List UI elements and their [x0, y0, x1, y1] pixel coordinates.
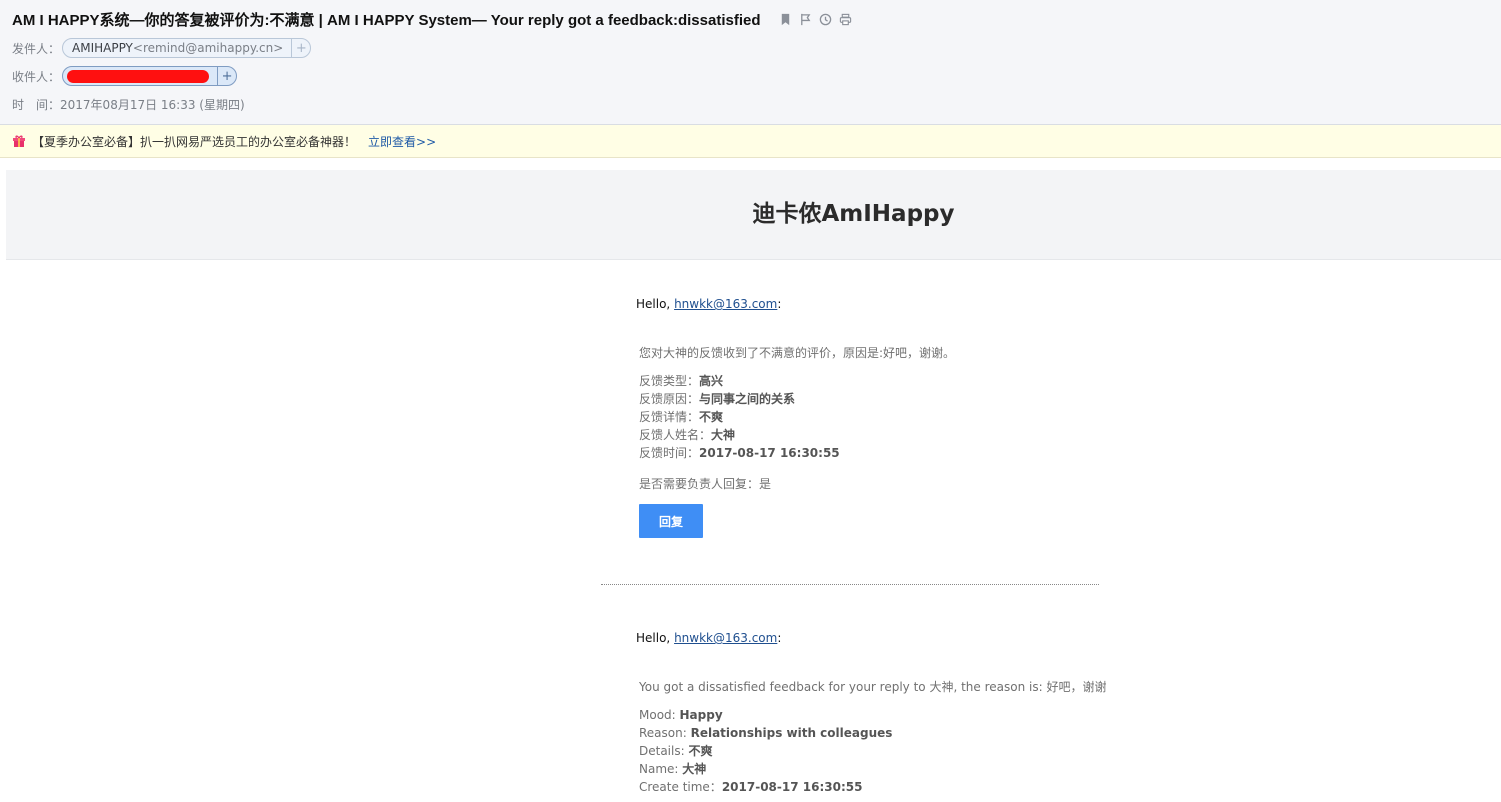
en-field-time: Create time：2017-08-17 16:30:55: [639, 778, 1109, 796]
ad-bar: 【夏季办公室必备】扒一扒网易严选员工的办公室必备神器！ 立即查看>>: [0, 125, 1501, 158]
cn-field-name-label: 反馈人姓名：: [639, 428, 712, 442]
en-field-time-value: 2017-08-17 16:30:55: [721, 780, 863, 794]
to-label: 收件人：: [12, 69, 61, 84]
en-hello: Hello, hnwkk@163.com:: [636, 631, 781, 645]
en-field-name-label: Name:: [639, 762, 683, 776]
cn-field-reason-value: 与同事之间的关系: [699, 392, 796, 406]
en-colon: :: [777, 631, 782, 645]
en-field-name-value: 大神: [682, 762, 707, 776]
cn-field-name: 反馈人姓名：大神: [639, 426, 1109, 444]
from-label: 发件人：: [12, 41, 61, 56]
cn-field-reason: 反馈原因：与同事之间的关系: [639, 390, 1109, 408]
en-field-reason-value: Relationships with colleagues: [690, 726, 893, 740]
sender-name: AMIHAPPY: [72, 41, 133, 55]
bookmark-icon[interactable]: [779, 13, 793, 27]
subject-tools: [779, 13, 853, 27]
mail-header: AM I HAPPY系统—你的答复被评价为:不满意 | AM I HAPPY S…: [0, 0, 1501, 125]
cn-field-details-value: 不爽: [699, 410, 724, 424]
time-value: 2017年08月17日 16:33 (星期四): [60, 98, 245, 112]
cn-field-time: 反馈时间：2017-08-17 16:30:55: [639, 444, 1109, 462]
en-field-details-label: Details:: [639, 744, 689, 758]
brand-banner: 迪卡侬AmIHappy: [6, 170, 1501, 260]
cn-field-type: 反馈类型：高兴: [639, 372, 1109, 390]
cn-field-time-label: 反馈时间：: [639, 446, 700, 460]
cn-field-type-value: 高兴: [699, 374, 724, 388]
gift-icon: [12, 134, 26, 148]
add-recipient-button[interactable]: +: [217, 67, 236, 85]
en-field-mood: Mood: Happy: [639, 706, 1109, 724]
brand-title: 迪卡侬AmIHappy: [752, 201, 955, 227]
sender-email: <remind@amihappy.cn>: [132, 41, 284, 55]
en-email-link[interactable]: hnwkk@163.com: [674, 631, 777, 645]
en-fields: Mood: Happy Reason: Relationships with c…: [639, 706, 1109, 796]
cn-need-reply: 是否需要负责人回复：是: [639, 477, 772, 491]
en-greeting: Hello, hnwkk@163.com:: [636, 631, 1106, 645]
add-contact-button[interactable]: +: [291, 39, 310, 57]
en-hello-word: Hello,: [636, 631, 671, 645]
cn-hello: Hello, hnwkk@163.com:: [636, 297, 781, 311]
sender-chip[interactable]: AMIHAPPY <remind@amihappy.cn> +: [62, 38, 312, 58]
cn-field-details: 反馈详情：不爽: [639, 408, 1109, 426]
ad-view-link[interactable]: 立即查看>>: [368, 133, 436, 150]
recipient-chip[interactable]: +: [62, 66, 238, 86]
time-row: 时 间： 2017年08月17日 16:33 (星期四): [12, 96, 245, 113]
cn-field-details-label: 反馈详情：: [639, 410, 700, 424]
en-field-mood-label: Mood:: [639, 708, 680, 722]
en-intro: You got a dissatisfied feedback for your…: [639, 680, 1107, 694]
cn-field-time-value: 2017-08-17 16:30:55: [699, 446, 840, 460]
en-field-name: Name: 大神: [639, 760, 1109, 778]
cn-email-link[interactable]: hnwkk@163.com: [674, 297, 777, 311]
cn-field-reason-label: 反馈原因：: [639, 392, 700, 406]
cn-intro: 您对大神的反馈收到了不满意的评价，原因是:好吧，谢谢。: [639, 346, 956, 360]
time-label: 时 间：: [12, 98, 61, 112]
ad-text: 【夏季办公室必备】扒一扒网易严选员工的办公室必备神器！: [32, 134, 357, 149]
en-field-time-label: Create time：: [639, 780, 722, 794]
en-field-details: Details: 不爽: [639, 742, 1109, 760]
en-field-details-value: 不爽: [688, 744, 713, 758]
section-divider: [601, 584, 1099, 585]
cn-hello-word: Hello,: [636, 297, 671, 311]
mail-subject: AM I HAPPY系统—你的答复被评价为:不满意 | AM I HAPPY S…: [12, 12, 761, 29]
en-field-reason-label: Reason:: [639, 726, 691, 740]
en-field-mood-value: Happy: [679, 708, 723, 722]
flag-icon[interactable]: [799, 13, 813, 27]
en-field-reason: Reason: Relationships with colleagues: [639, 724, 1109, 742]
cn-field-name-value: 大神: [711, 428, 736, 442]
cn-field-type-label: 反馈类型：: [639, 374, 700, 388]
cn-greeting: Hello, hnwkk@163.com:: [636, 297, 1106, 311]
to-row: 收件人： +: [12, 66, 238, 86]
redacted-recipient: [67, 69, 210, 83]
cn-fields: 反馈类型：高兴 反馈原因：与同事之间的关系 反馈详情：不爽 反馈人姓名：大神 反…: [639, 372, 1109, 462]
subject-row: AM I HAPPY系统—你的答复被评价为:不满意 | AM I HAPPY S…: [12, 9, 853, 30]
cn-colon: :: [777, 297, 782, 311]
reply-button[interactable]: 回复: [639, 504, 703, 538]
clock-icon[interactable]: [819, 13, 833, 27]
print-icon[interactable]: [839, 13, 853, 27]
from-row: 发件人： AMIHAPPY <remind@amihappy.cn> +: [12, 38, 312, 58]
